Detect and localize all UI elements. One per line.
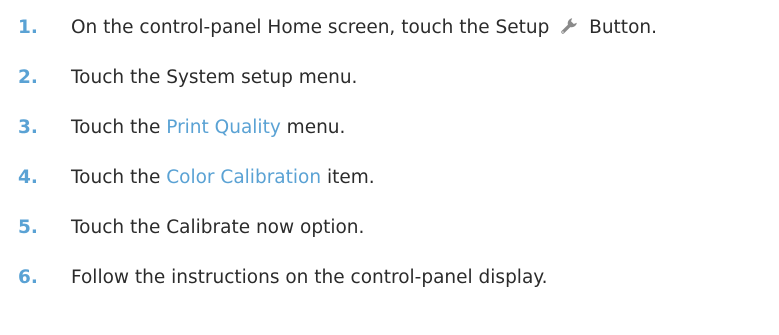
step-text-before: Touch the <box>71 117 161 138</box>
step-text: Follow the instructions on the control-p… <box>71 267 548 288</box>
step-number: 3. <box>18 117 38 138</box>
step-text: Touch the Calibrate now option. <box>71 217 365 238</box>
step-number: 1. <box>18 17 38 38</box>
step-text-after: Button. <box>589 17 657 38</box>
step-6: 6. Follow the instructions on the contro… <box>18 263 657 313</box>
step-5: 5. Touch the Calibrate now option. <box>18 213 657 263</box>
color-calibration-link[interactable]: Color Calibration <box>166 167 321 188</box>
step-number: 2. <box>18 67 38 88</box>
step-2: 2. Touch the System setup menu. <box>18 63 657 113</box>
step-text-after: menu. <box>286 117 346 138</box>
step-number: 4. <box>18 167 38 188</box>
step-text-before: Touch the <box>71 167 161 188</box>
instruction-list: 1. On the control-panel Home screen, tou… <box>18 13 657 313</box>
step-4: 4. Touch the Color Calibration item. <box>18 163 657 213</box>
step-text-after: item. <box>326 167 375 188</box>
step-text: On the control-panel Home screen, touch … <box>71 13 657 43</box>
wrench-icon <box>561 18 578 34</box>
step-number: 6. <box>18 267 38 288</box>
step-text-before: On the control-panel Home screen, touch … <box>71 17 550 38</box>
step-3: 3. Touch the Print Quality menu. <box>18 113 657 163</box>
step-text: Touch the Print Quality menu. <box>71 113 345 143</box>
step-1: 1. On the control-panel Home screen, tou… <box>18 13 657 63</box>
step-text: Touch the System setup menu. <box>71 67 358 88</box>
print-quality-link[interactable]: Print Quality <box>166 117 281 138</box>
step-number: 5. <box>18 217 38 238</box>
step-text: Touch the Color Calibration item. <box>71 163 375 193</box>
